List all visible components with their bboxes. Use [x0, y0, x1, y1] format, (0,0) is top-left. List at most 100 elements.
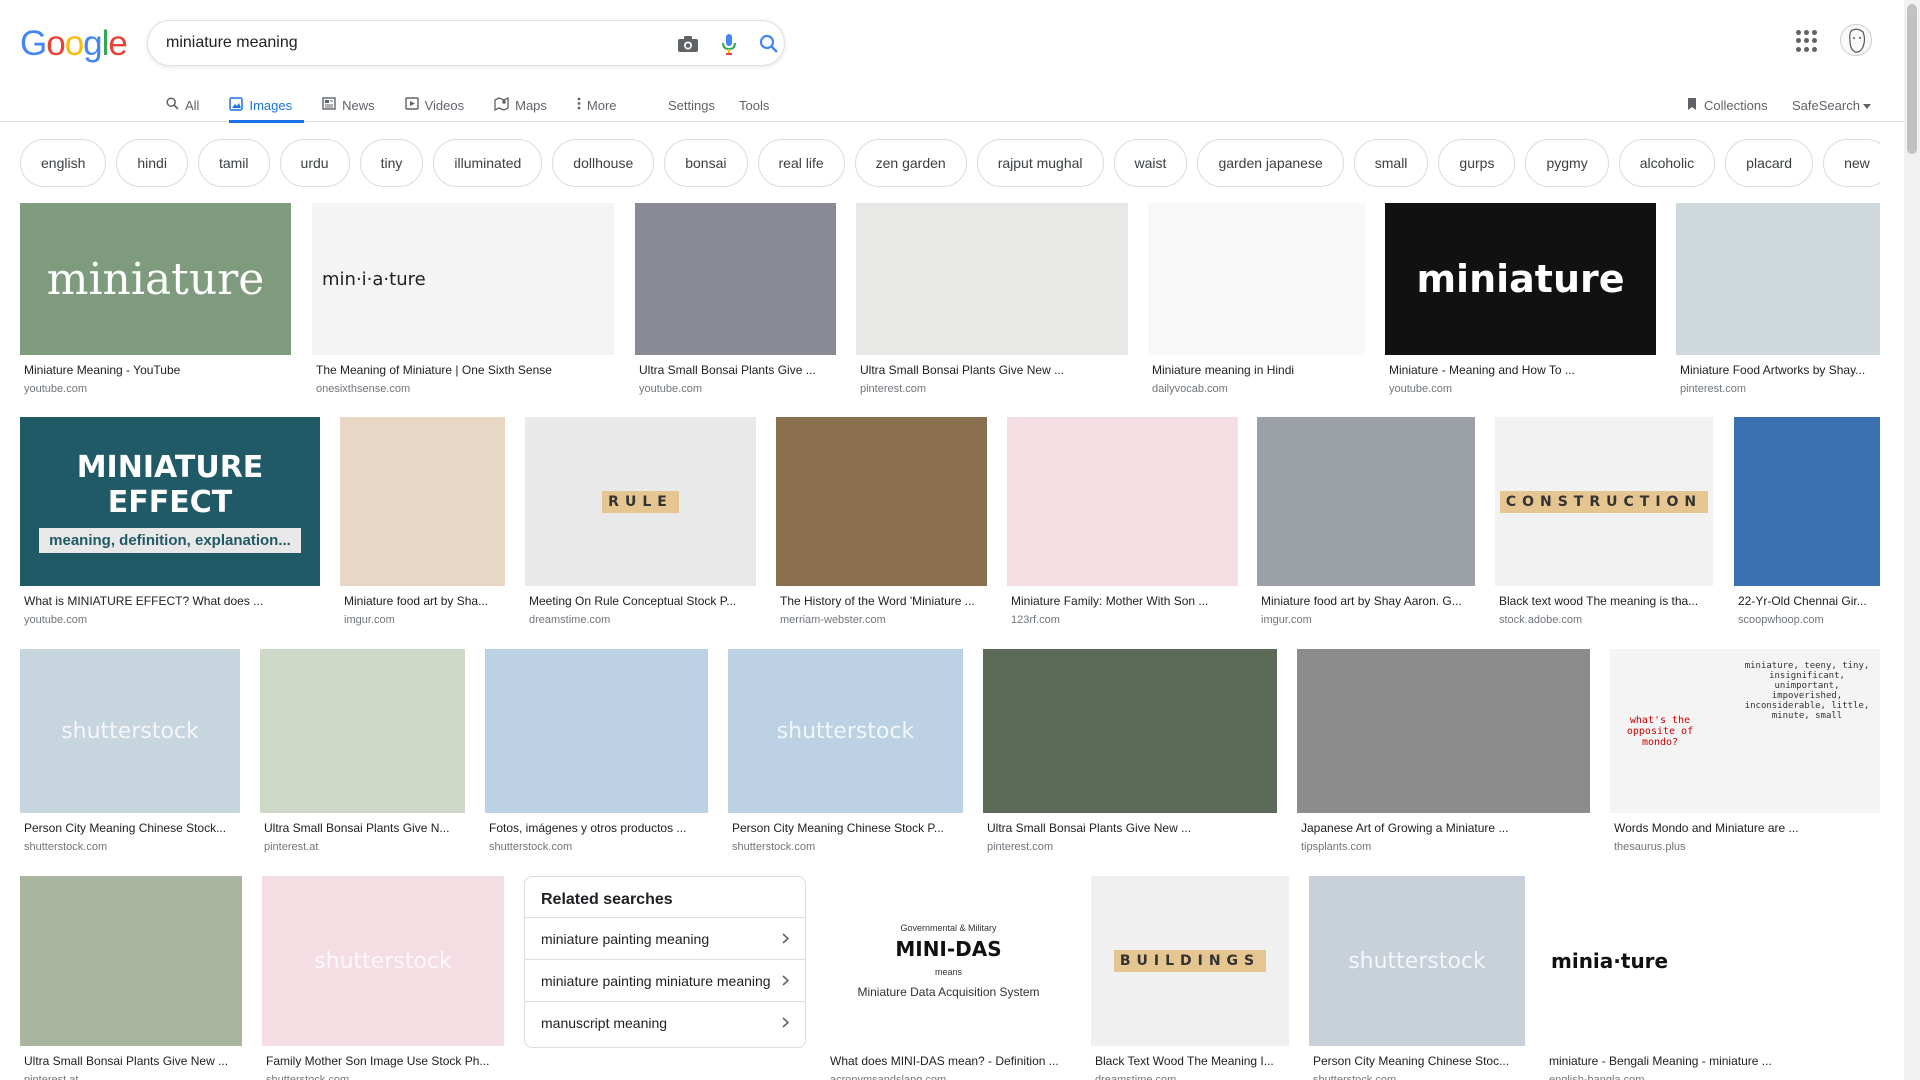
result-thumbnail[interactable]: shutterstock — [1309, 876, 1525, 1046]
image-result[interactable]: what's the opposite of mondo? miniature, … — [1610, 649, 1880, 863]
search-icon[interactable] — [757, 32, 781, 56]
result-caption[interactable]: Miniature food art by Shay Aaron. G... — [1261, 594, 1471, 608]
chip-real-life[interactable]: real life — [757, 139, 845, 187]
chip-garden-japanese[interactable]: garden japanese — [1197, 139, 1344, 187]
result-caption[interactable]: Miniature meaning in Hindi — [1152, 363, 1361, 377]
image-result[interactable]: Fotos, imágenes y otros productos ... shu… — [485, 649, 708, 863]
result-thumbnail[interactable] — [635, 203, 836, 355]
image-result[interactable]: shutterstock Person City Meaning Chinese … — [20, 649, 240, 863]
result-source[interactable]: scoopwhoop.com — [1738, 614, 1876, 626]
result-caption[interactable]: Miniature Meaning - YouTube — [24, 363, 287, 377]
related-search-item[interactable]: manuscript meaning — [525, 1001, 805, 1043]
chip-tamil[interactable]: tamil — [197, 139, 270, 187]
result-source[interactable]: stock.adobe.com — [1499, 614, 1709, 626]
related-search-item[interactable]: miniature painting miniature meaning — [525, 959, 805, 1001]
result-thumbnail[interactable] — [1676, 203, 1880, 355]
chip-new[interactable]: new — [1823, 139, 1880, 187]
google-apps-icon[interactable] — [1796, 30, 1818, 52]
result-source[interactable]: shutterstock.com — [266, 1074, 500, 1080]
image-result[interactable]: Ultra Small Bonsai Plants Give N... pinte… — [260, 649, 465, 863]
image-result[interactable]: CONSTRUCTION Black text wood The meaning … — [1495, 417, 1713, 636]
image-result[interactable]: Ultra Small Bonsai Plants Give ... youtub… — [635, 203, 836, 405]
result-source[interactable]: pinterest.at — [264, 841, 461, 853]
result-caption[interactable]: 22-Yr-Old Chennai Gir... — [1738, 594, 1876, 608]
result-caption[interactable]: The History of the Word 'Miniature ... — [780, 594, 983, 608]
result-source[interactable]: dreamstime.com — [1095, 1074, 1285, 1080]
result-thumbnail[interactable]: miniature — [20, 203, 291, 355]
result-thumbnail[interactable]: MINIATURE EFFECT meaning, definition, exp… — [20, 417, 320, 586]
result-caption[interactable]: Black Text Wood The Meaning I... — [1095, 1054, 1285, 1068]
result-thumbnail[interactable] — [1734, 417, 1880, 586]
result-source[interactable]: youtube.com — [1389, 383, 1652, 395]
tab-images[interactable]: Images — [229, 88, 308, 123]
result-caption[interactable]: Miniature Food Artworks by Shay... — [1680, 363, 1876, 377]
image-result[interactable]: miniature Miniature Meaning - YouTube yout… — [20, 203, 291, 405]
result-caption[interactable]: Miniature food art by Sha... — [344, 594, 501, 608]
chip-hindi[interactable]: hindi — [116, 139, 188, 187]
result-source[interactable]: merriam-webster.com — [780, 614, 983, 626]
image-result[interactable]: Miniature Family: Mother With Son ... 123… — [1007, 417, 1238, 636]
image-result[interactable]: Ultra Small Bonsai Plants Give New ... pi… — [20, 876, 242, 1080]
tab-all[interactable]: All — [166, 88, 215, 122]
result-source[interactable]: dreamstime.com — [529, 614, 752, 626]
result-source[interactable]: imgur.com — [344, 614, 501, 626]
settings-link[interactable]: Settings — [668, 88, 715, 122]
image-result[interactable]: minia·ture miniature - Bengali Meaning - … — [1545, 876, 1880, 1080]
camera-icon[interactable] — [676, 32, 700, 56]
result-thumbnail[interactable] — [20, 876, 242, 1046]
result-source[interactable]: shutterstock.com — [24, 841, 236, 853]
result-source[interactable]: english-bangla.com — [1549, 1074, 1876, 1080]
result-caption[interactable]: miniature - Bengali Meaning - miniature … — [1549, 1054, 1876, 1068]
microphone-icon[interactable] — [717, 32, 741, 56]
result-source[interactable]: pinterest.com — [1680, 383, 1876, 395]
result-thumbnail[interactable] — [856, 203, 1128, 355]
chip-illuminated[interactable]: illuminated — [433, 139, 543, 187]
image-result[interactable]: Ultra Small Bonsai Plants Give New ... pi… — [983, 649, 1277, 863]
result-source[interactable]: shutterstock.com — [489, 841, 704, 853]
result-caption[interactable]: Words Mondo and Miniature are ... — [1614, 821, 1876, 835]
avatar[interactable] — [1840, 24, 1872, 56]
result-thumbnail[interactable] — [1007, 417, 1238, 586]
result-caption[interactable]: Miniature - Meaning and How To ... — [1389, 363, 1652, 377]
image-result[interactable]: Miniature food art by Sha... imgur.com — [340, 417, 505, 636]
chip-small[interactable]: small — [1353, 139, 1429, 187]
result-source[interactable]: dailyvocab.com — [1152, 383, 1361, 395]
chip-zen-garden[interactable]: zen garden — [854, 139, 967, 187]
image-result[interactable]: Governmental & Military MINI-DAS means Mini… — [826, 876, 1071, 1080]
result-caption[interactable]: What is MINIATURE EFFECT? What does ... — [24, 594, 316, 608]
image-result[interactable]: miniature Miniature - Meaning and How To … — [1385, 203, 1656, 405]
result-thumbnail[interactable]: miniature — [1385, 203, 1656, 355]
result-source[interactable]: 123rf.com — [1011, 614, 1234, 626]
image-result[interactable]: BUILDINGS Black Text Wood The Meaning I..… — [1091, 876, 1289, 1080]
related-search-item[interactable]: miniature painting meaning — [525, 917, 805, 959]
result-caption[interactable]: Japanese Art of Growing a Miniature ... — [1301, 821, 1586, 835]
result-thumbnail[interactable] — [1297, 649, 1590, 813]
result-thumbnail[interactable] — [776, 417, 987, 586]
result-thumbnail[interactable]: shutterstock — [20, 649, 240, 813]
tab-videos[interactable]: Videos — [404, 88, 481, 122]
result-thumbnail[interactable]: min·i·a·ture — [312, 203, 614, 355]
result-source[interactable]: pinterest.com — [987, 841, 1273, 853]
chip-pygmy[interactable]: pygmy — [1525, 139, 1609, 187]
result-caption[interactable]: Ultra Small Bonsai Plants Give New ... — [24, 1054, 238, 1068]
image-result[interactable]: Ultra Small Bonsai Plants Give New ... pi… — [856, 203, 1128, 405]
image-result[interactable]: The History of the Word 'Miniature ... me… — [776, 417, 987, 636]
result-caption[interactable]: Family Mother Son Image Use Stock Ph... — [266, 1054, 500, 1068]
image-result[interactable]: Miniature Food Artworks by Shay... pinter… — [1676, 203, 1880, 405]
result-caption[interactable]: Ultra Small Bonsai Plants Give New ... — [987, 821, 1273, 835]
result-source[interactable]: youtube.com — [24, 383, 287, 395]
result-source[interactable]: tipsplants.com — [1301, 841, 1586, 853]
image-result[interactable]: MINIATURE EFFECT meaning, definition, exp… — [20, 417, 320, 636]
result-caption[interactable]: The Meaning of Miniature | One Sixth Sen… — [316, 363, 610, 377]
result-caption[interactable]: Person City Meaning Chinese Stock... — [24, 821, 236, 835]
search-input[interactable] — [166, 31, 606, 55]
result-caption[interactable]: Ultra Small Bonsai Plants Give N... — [264, 821, 461, 835]
image-result[interactable]: RULE Meeting On Rule Conceptual Stock P..… — [525, 417, 756, 636]
result-caption[interactable]: Miniature Family: Mother With Son ... — [1011, 594, 1234, 608]
result-thumbnail[interactable] — [485, 649, 708, 813]
result-caption[interactable]: Ultra Small Bonsai Plants Give New ... — [860, 363, 1124, 377]
image-result[interactable]: shutterstock Person City Meaning Chinese … — [1309, 876, 1525, 1080]
chip-dollhouse[interactable]: dollhouse — [552, 139, 655, 187]
result-thumbnail[interactable]: minia·ture — [1545, 876, 1880, 1046]
result-thumbnail[interactable]: shutterstock — [728, 649, 963, 813]
